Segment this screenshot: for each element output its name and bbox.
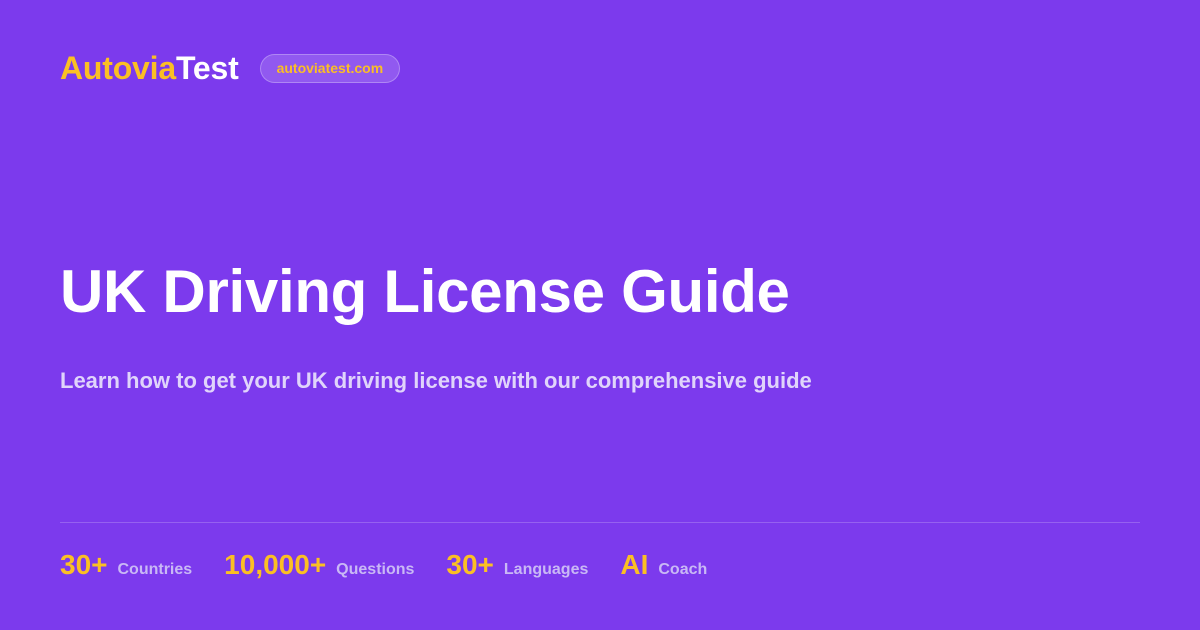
stat-languages: 30+ Languages (446, 548, 588, 582)
stat-label: Countries (117, 561, 193, 578)
logo-accent-text: Autovia (60, 50, 176, 86)
stat-questions: 10,000+ Questions (224, 548, 414, 582)
domain-badge[interactable]: autoviatest.com (259, 53, 401, 83)
logo-main-text: Test (175, 50, 239, 86)
page-title: UK Driving License Guide (60, 258, 790, 325)
stat-value: 10,000+ (224, 549, 327, 580)
stat-label: Languages (503, 561, 589, 578)
header: AutoviaTest autoviatest.com (60, 50, 401, 86)
stat-coach: AI Coach (620, 548, 707, 582)
stat-label: Coach (658, 561, 708, 578)
stat-value: 30+ (446, 549, 494, 580)
stat-countries: 30+ Countries (60, 548, 192, 582)
stats-row: 30+ Countries 10,000+ Questions 30+ Lang… (60, 548, 739, 582)
stat-value: 30+ (60, 549, 108, 580)
stat-label: Questions (336, 561, 415, 578)
stat-value: AI (620, 549, 649, 580)
logo[interactable]: AutoviaTest (60, 50, 239, 86)
divider (60, 522, 1140, 523)
page-subtitle: Learn how to get your UK driving license… (60, 368, 812, 393)
